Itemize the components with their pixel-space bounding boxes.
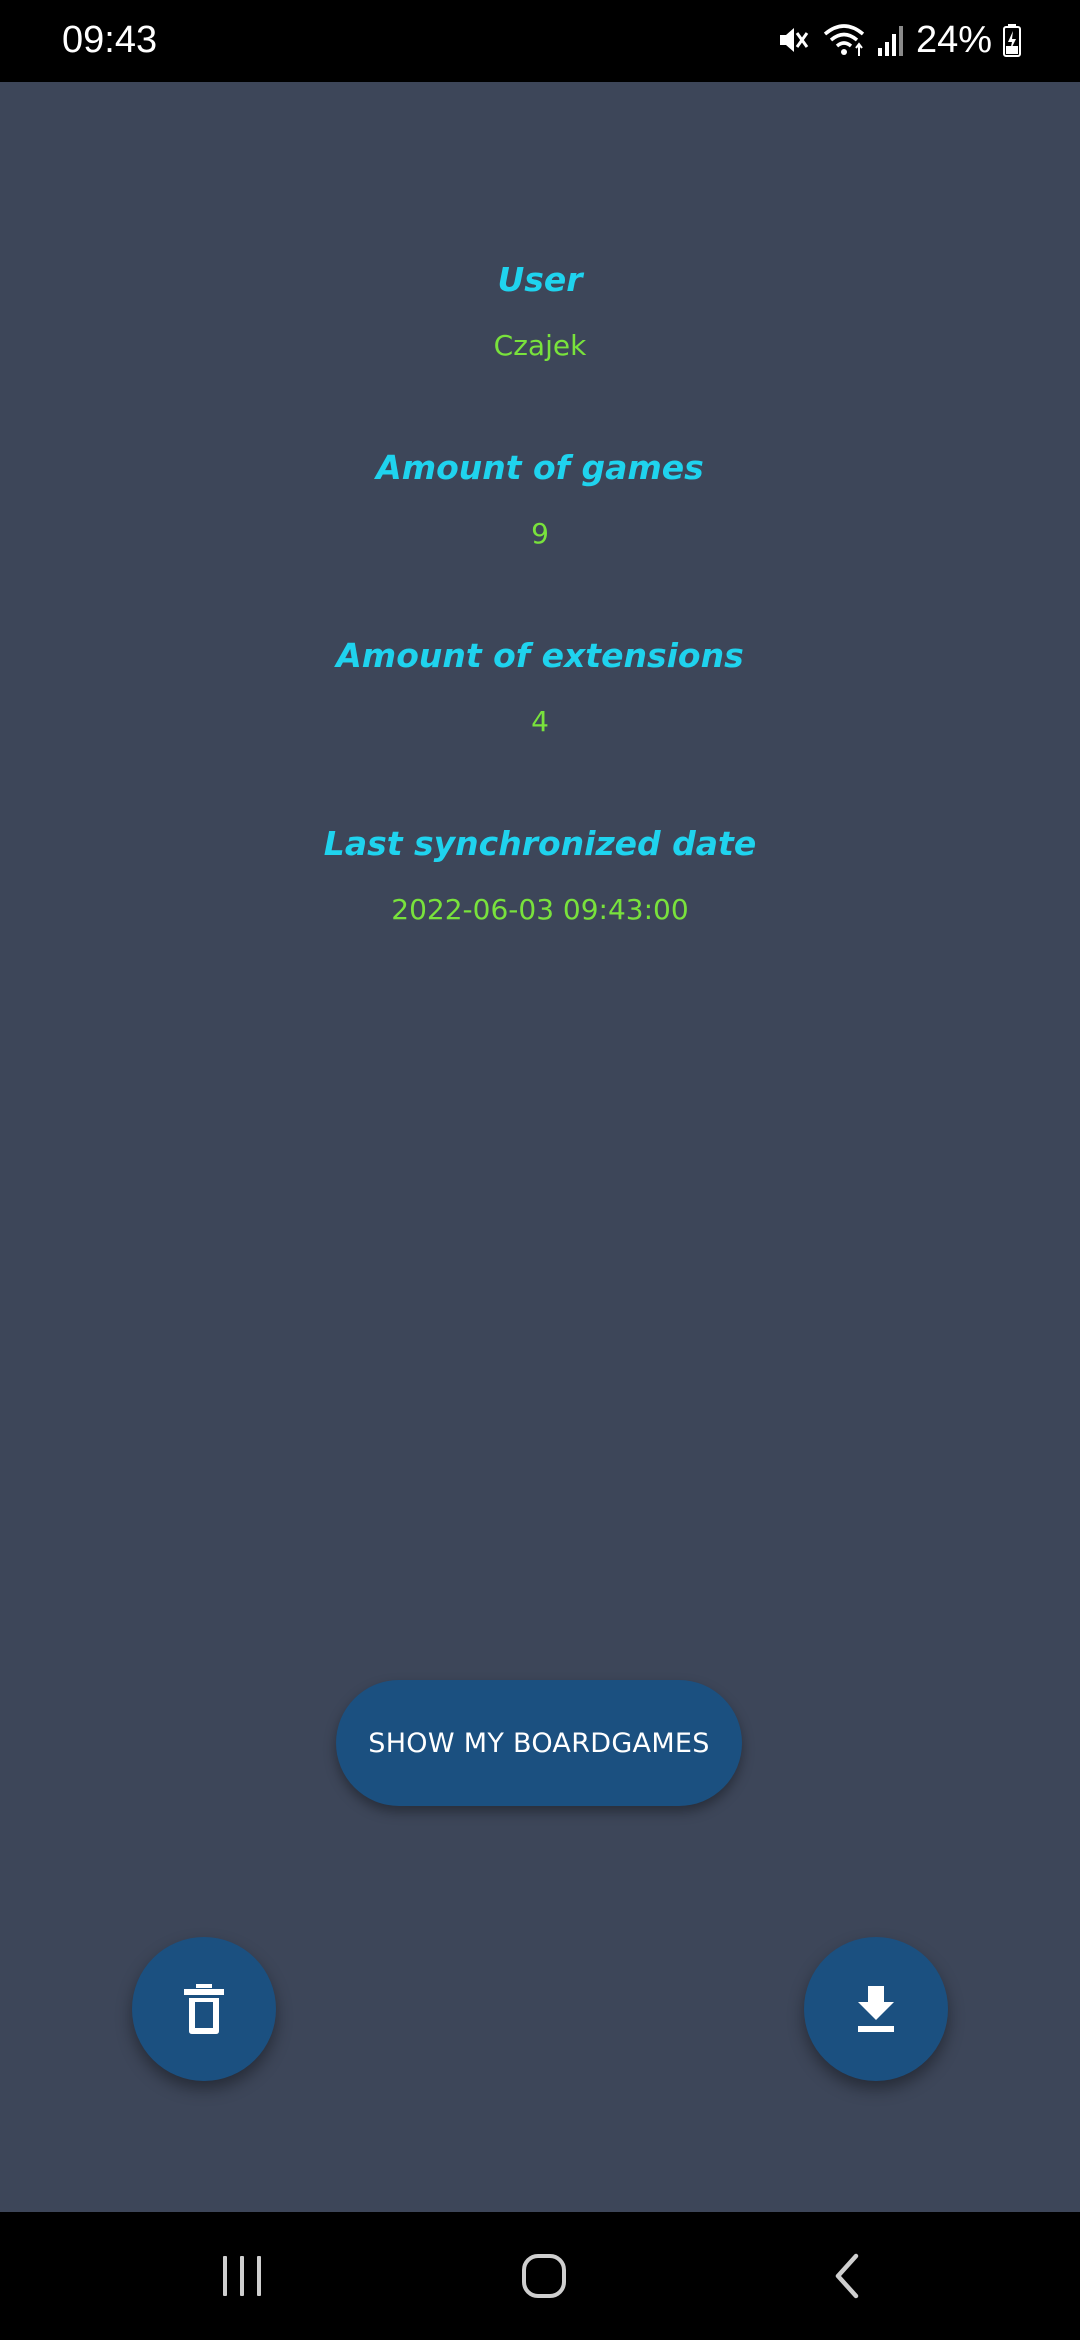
status-icons: 24% [776, 14, 1022, 66]
home-button[interactable] [504, 2242, 584, 2310]
download-icon [858, 1986, 894, 2032]
sync-section: Last synchronized date 2022-06-03 09:43:… [0, 822, 1080, 930]
games-value: 9 [531, 517, 549, 550]
main-content: User Czajek Amount of games 9 Amount of … [0, 82, 1080, 2212]
signal-icon [877, 26, 903, 56]
recents-button[interactable] [202, 2242, 282, 2310]
user-value: Czajek [493, 329, 587, 362]
status-bar: 09:43 24% [0, 0, 1080, 82]
games-section: Amount of games 9 [0, 446, 1080, 554]
sync-label: Last synchronized date [323, 824, 757, 863]
status-time: 09:43 [62, 19, 158, 61]
back-icon [835, 2253, 859, 2299]
navigation-bar [0, 2212, 1080, 2340]
show-boardgames-button[interactable]: SHOW MY BOARDGAMES [336, 1680, 742, 1806]
delete-button[interactable] [132, 1937, 276, 2081]
extensions-value: 4 [531, 705, 549, 738]
battery-percent: 24% [915, 19, 992, 61]
sync-value: 2022-06-03 09:43:00 [391, 893, 689, 926]
user-label: User [497, 260, 583, 299]
back-button[interactable] [808, 2242, 888, 2310]
wifi-icon [823, 24, 865, 56]
extensions-section: Amount of extensions 4 [0, 634, 1080, 742]
battery-charging-icon [1003, 24, 1021, 57]
user-section: User Czajek [0, 258, 1080, 366]
trash-icon [184, 1984, 224, 2034]
mute-icon [779, 28, 809, 52]
recents-icon [223, 2256, 261, 2296]
extensions-label: Amount of extensions [336, 636, 744, 675]
download-button[interactable] [804, 1937, 948, 2081]
games-label: Amount of games [376, 448, 704, 487]
home-icon [522, 2254, 566, 2298]
